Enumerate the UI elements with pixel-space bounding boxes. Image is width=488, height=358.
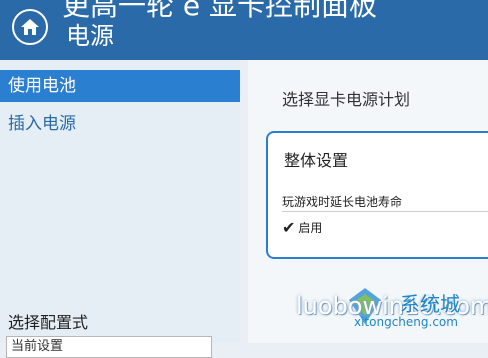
setting-label: 玩游戏时延长电池寿命 [282,195,403,209]
card-title: 整体设置 [284,151,349,170]
sidebar-item-plugged-in[interactable]: 插入电源 [0,108,240,140]
page-title: 电源 [66,22,114,50]
checkmark-icon: ✔ [282,218,296,237]
home-button[interactable] [12,9,48,45]
header-bar: 更高一轮 e 显卡控制面板 电源 [0,0,488,60]
divider [282,211,488,212]
watermark-brand: 系统城 [400,292,460,316]
setting-value[interactable]: ✔ 启用 [282,218,322,237]
home-icon [21,19,39,35]
sidebar-item-battery[interactable]: 使用电池 [0,70,240,102]
sidebar: 使用电池 插入电源 选择配置式 当前设置 [0,60,240,358]
section-title: 选择显卡电源计划 [282,90,411,109]
watermark-sub: xitongcheng.com [354,315,458,329]
profile-select[interactable]: 当前设置 [6,336,212,358]
profile-label: 选择配置式 [8,313,89,332]
setting-value-text: 启用 [298,221,323,235]
global-settings-card[interactable]: 整体设置 玩游戏时延长电池寿命 ✔ 启用 [266,131,488,259]
